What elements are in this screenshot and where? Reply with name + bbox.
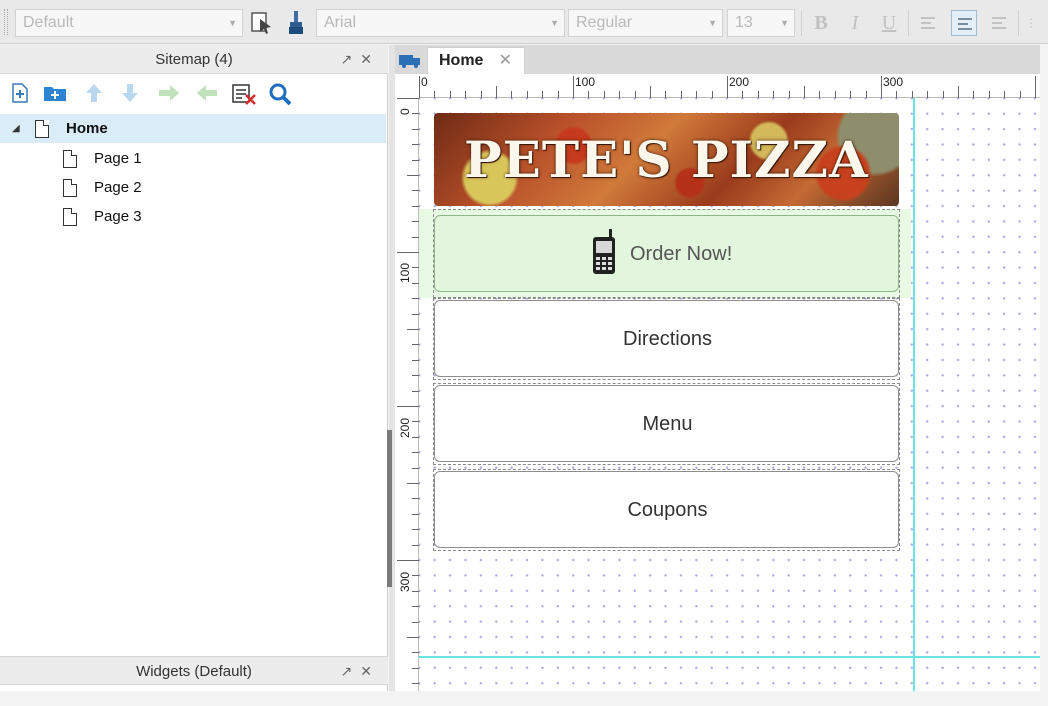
chevron-down-icon: ▼: [228, 18, 237, 28]
left-panel: Sitemap (4) ↗✕ ◢ Home Page 1 Page 2 Page…: [0, 45, 388, 691]
font-family-value: Arial: [324, 14, 357, 31]
align-left-button[interactable]: [915, 10, 941, 36]
style-dropdown-value: Default: [23, 14, 74, 31]
page-icon: [63, 179, 77, 197]
tree-item-page-3[interactable]: Page 3: [0, 202, 386, 231]
more-options-icon[interactable]: ⋮: [1022, 10, 1040, 36]
tab-home-label: Home: [439, 52, 484, 69]
format-toolbar: Default ▼ Arial ▼ Regular ▼ 13 ▼ B I U ⋮: [0, 0, 1048, 44]
chevron-down-icon: ▼: [708, 18, 717, 28]
splitter-handle[interactable]: [387, 430, 392, 587]
ruler-label: 300: [398, 571, 412, 592]
page-icon: [63, 208, 77, 226]
close-icon[interactable]: ✕: [360, 51, 380, 67]
outdent-icon[interactable]: [195, 82, 217, 104]
move-up-icon[interactable]: [83, 82, 105, 104]
directions-label: Directions: [623, 328, 712, 350]
order-now-label: Order Now!: [630, 243, 733, 265]
ruler-label: 200: [398, 417, 412, 438]
page-icon: [63, 150, 77, 168]
tree-item-label: Page 1: [94, 150, 142, 167]
horizontal-ruler[interactable]: 0 100 200 300: [419, 74, 1040, 98]
bold-button[interactable]: B: [808, 10, 834, 36]
italic-button[interactable]: I: [842, 10, 868, 36]
directions-button[interactable]: Directions: [434, 300, 899, 377]
font-size-value: 13: [735, 14, 753, 31]
toolbar-separator: [801, 10, 802, 36]
sitemap-toolbar: [0, 76, 388, 110]
tree-item-label: Home: [66, 120, 108, 137]
align-center-icon: [958, 18, 972, 30]
ruler-label: 0: [398, 108, 412, 115]
ruler-label: 100: [575, 75, 596, 89]
guide-line-horizontal[interactable]: [419, 656, 1040, 658]
toolbar-separator: [908, 10, 909, 36]
coupons-label: Coupons: [627, 499, 708, 521]
order-now-button[interactable]: Order Now!: [434, 215, 899, 292]
banner-title: PETE'S PIZZA: [464, 130, 869, 189]
ruler-label: 100: [398, 262, 412, 283]
page-icon: [35, 120, 49, 138]
tree-item-home[interactable]: ◢ Home: [0, 114, 386, 143]
underline-button[interactable]: U: [876, 10, 902, 36]
align-right-button[interactable]: [986, 10, 1012, 36]
tree-item-page-1[interactable]: Page 1: [0, 144, 386, 173]
pop-out-icon[interactable]: ↗: [341, 51, 361, 67]
design-canvas[interactable]: 0 100 200 300 0 100 200 300 PETE'S PIZZA: [395, 74, 1040, 691]
style-dropdown[interactable]: Default ▼: [15, 9, 243, 37]
menu-label: Menu: [642, 413, 693, 435]
search-icon[interactable]: [268, 82, 292, 106]
sitemap-header: Sitemap (4) ↗✕: [0, 45, 388, 74]
banner-image[interactable]: PETE'S PIZZA: [434, 113, 899, 206]
menu-button[interactable]: Menu: [434, 385, 899, 462]
chevron-down-icon: ▼: [780, 18, 789, 28]
font-size-dropdown[interactable]: 13 ▼: [727, 9, 795, 37]
widgets-header: Widgets (Default) ↗✕: [0, 656, 388, 685]
ruler-corner: [395, 74, 419, 98]
toolbar-grip[interactable]: [4, 9, 8, 35]
ruler-label: 0: [421, 75, 428, 89]
format-painter-icon[interactable]: [249, 9, 275, 37]
tree-item-page-2[interactable]: Page 2: [0, 173, 386, 202]
delete-page-icon[interactable]: [231, 82, 256, 105]
tree-item-label: Page 2: [94, 179, 142, 196]
align-right-icon: [992, 17, 1006, 29]
ruler-label: 200: [729, 75, 750, 89]
indent-icon[interactable]: [157, 82, 179, 104]
new-folder-icon[interactable]: [43, 82, 66, 104]
chevron-down-icon: ▼: [550, 18, 559, 28]
page-tab-bar: Home ✕: [395, 45, 1040, 74]
guide-line-vertical[interactable]: [913, 98, 915, 691]
toolbar-separator: [1018, 10, 1019, 36]
widgets-title: Widgets (Default): [136, 663, 252, 680]
expand-collapse-icon[interactable]: ◢: [12, 114, 20, 143]
brush-icon[interactable]: [283, 9, 309, 37]
font-family-dropdown[interactable]: Arial ▼: [316, 9, 565, 37]
sitemap-title: Sitemap (4): [155, 51, 233, 68]
close-icon[interactable]: ✕: [360, 663, 380, 679]
font-weight-dropdown[interactable]: Regular ▼: [568, 9, 723, 37]
align-center-button[interactable]: [951, 10, 977, 36]
pages-list-icon[interactable]: [398, 52, 422, 68]
font-weight-value: Regular: [576, 14, 633, 31]
close-tab-icon[interactable]: ✕: [499, 48, 512, 74]
mobile-phone-icon: [588, 228, 620, 278]
vertical-ruler[interactable]: 0 100 200 300: [395, 98, 419, 691]
new-page-icon[interactable]: [9, 82, 31, 104]
pop-out-icon[interactable]: ↗: [341, 663, 361, 679]
coupons-button[interactable]: Coupons: [434, 471, 899, 548]
tab-home[interactable]: Home ✕: [427, 47, 525, 74]
ruler-label: 300: [883, 75, 904, 89]
move-down-icon[interactable]: [119, 82, 141, 104]
tree-item-label: Page 3: [94, 208, 142, 225]
align-left-icon: [921, 17, 935, 29]
